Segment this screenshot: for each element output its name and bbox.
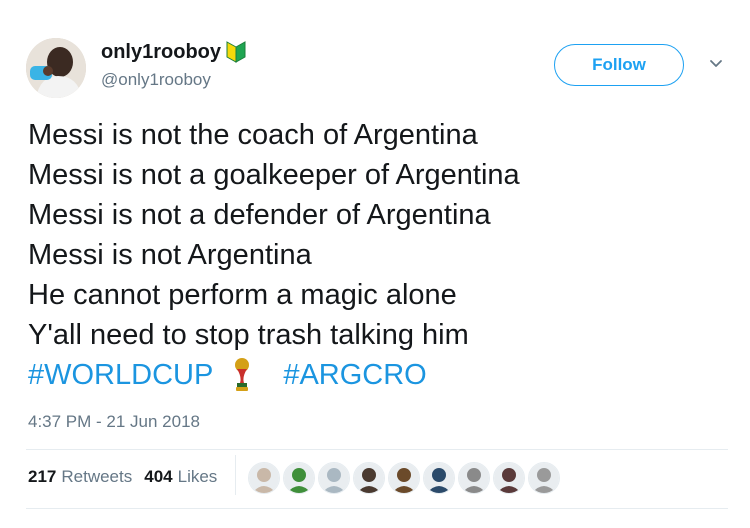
likes-stat[interactable]: 404 Likes (144, 467, 217, 487)
divider (26, 508, 728, 509)
retweets-count: 217 (28, 467, 57, 486)
tweet-line: Messi is not a goalkeeper of Argentina (28, 159, 520, 191)
author-handle[interactable]: @only1rooboy (101, 70, 211, 90)
tweet-timestamp[interactable]: 4:37 PM - 21 Jun 2018 (28, 412, 200, 432)
person-icon (389, 463, 419, 493)
tweet-stats: 217 Retweets 404 Likes (28, 467, 229, 487)
liker-avatar[interactable] (318, 462, 350, 494)
person-icon (424, 463, 454, 493)
author-display-name[interactable]: only1rooboy (101, 40, 247, 64)
world-cup-trophy-icon (235, 358, 250, 391)
hashtag-argcro[interactable]: #ARGCRO (283, 355, 426, 395)
author-name-text: only1rooboy (101, 40, 222, 63)
person-icon (459, 463, 489, 493)
person-icon (354, 463, 384, 493)
person-icon (494, 463, 524, 493)
stats-separator (235, 455, 236, 495)
hashtag-worldcup[interactable]: #WORLDCUP (28, 355, 213, 395)
liker-avatar[interactable] (528, 462, 560, 494)
person-icon (249, 463, 279, 493)
beginner-shield-icon (226, 41, 246, 63)
likes-count: 404 (144, 467, 173, 486)
liker-avatar[interactable] (423, 462, 455, 494)
liker-avatar[interactable] (353, 462, 385, 494)
liker-avatars (248, 462, 563, 494)
chevron-down-icon[interactable] (708, 56, 724, 72)
follow-button[interactable]: Follow (554, 44, 684, 86)
retweets-stat[interactable]: 217 Retweets (28, 467, 132, 487)
hashtag-row: #WORLDCUP #ARGCRO (28, 355, 520, 395)
tweet-text: Messi is not the coach of Argentina Mess… (28, 115, 520, 395)
liker-avatar[interactable] (388, 462, 420, 494)
tweet-line: Y'all need to stop trash talking him (28, 319, 469, 351)
tweet-line: Messi is not a defender of Argentina (28, 199, 491, 231)
likes-label: Likes (177, 467, 218, 486)
avatar[interactable] (26, 38, 86, 98)
retweets-label: Retweets (61, 467, 133, 486)
tweet-line: Messi is not Argentina (28, 239, 312, 271)
person-icon (284, 463, 314, 493)
person-icon (529, 463, 559, 493)
avatar-image (26, 38, 86, 98)
liker-avatar[interactable] (458, 462, 490, 494)
liker-avatar[interactable] (248, 462, 280, 494)
divider (26, 449, 728, 450)
tweet-line: Messi is not the coach of Argentina (28, 119, 478, 151)
person-icon (319, 463, 349, 493)
liker-avatar[interactable] (283, 462, 315, 494)
liker-avatar[interactable] (493, 462, 525, 494)
tweet-line: He cannot perform a magic alone (28, 279, 457, 311)
